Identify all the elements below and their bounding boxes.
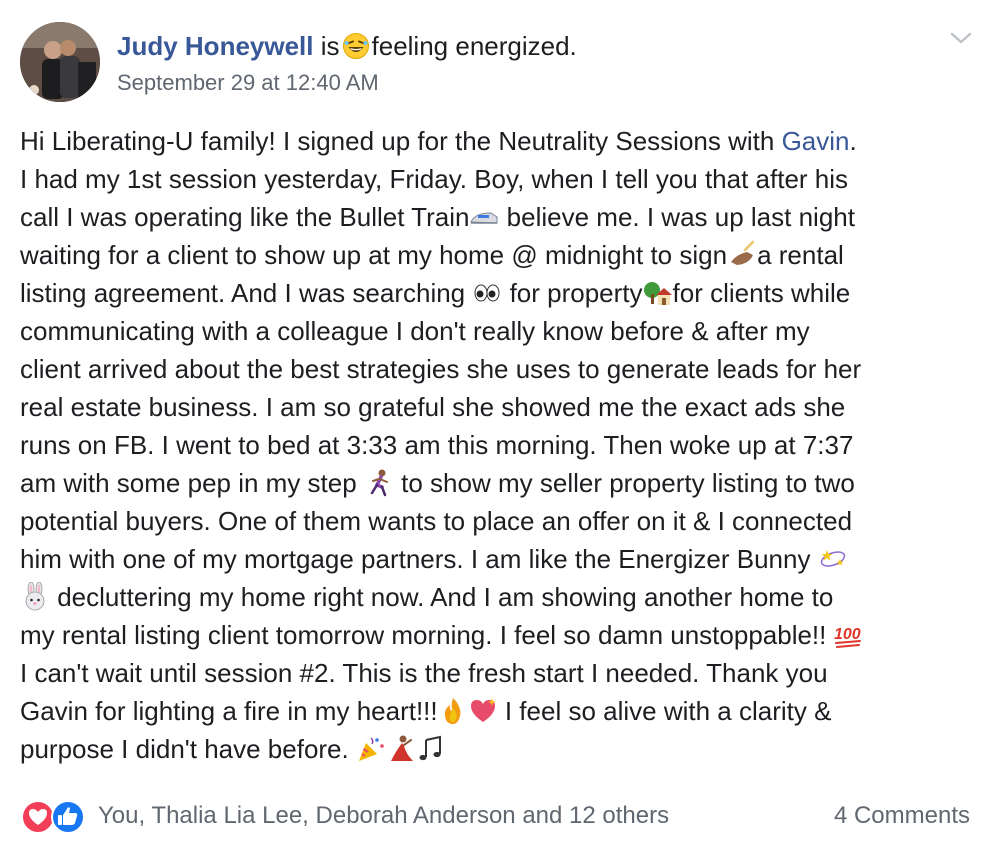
body-text: am with some pep in my step	[20, 468, 364, 498]
reaction-icons[interactable]	[20, 799, 90, 835]
body-text: for property	[502, 278, 643, 308]
body-text: a rental	[757, 240, 844, 270]
post-footer: You, Thalia Lia Lee, Deborah Anderson an…	[20, 796, 972, 840]
body-line: communicating with a colleague I don't r…	[20, 316, 810, 346]
comments-count[interactable]: 4 Comments	[834, 802, 970, 830]
body-line: I had my 1st session yesterday, Friday. …	[20, 164, 849, 194]
post-timestamp[interactable]: September 29 at 12:40 AM	[117, 70, 379, 96]
dizzy-icon	[820, 550, 845, 567]
body-text: purpose I didn't have before.	[20, 734, 356, 764]
body-line: runs on FB. I went to bed at 3:33 am thi…	[20, 430, 854, 460]
body-line: am with some pep in my step to show my s…	[20, 464, 978, 502]
love-reaction-icon	[21, 800, 55, 834]
body-line: listing agreement. And I was searching f…	[20, 274, 978, 312]
body-text: to show my seller property listing to tw…	[393, 468, 855, 498]
body-line: I can't wait until session #2. This is t…	[20, 658, 828, 688]
body-text: believe me. I was up last night	[499, 202, 855, 232]
body-line: real estate business. I am so grateful s…	[20, 392, 846, 422]
hundred-points-icon: 100	[834, 626, 861, 648]
like-reaction-icon	[51, 800, 85, 834]
body-text: my rental listing client tomorrow mornin…	[20, 620, 834, 650]
body-line: Gavin for lighting a fire in my heart!!!…	[20, 692, 978, 730]
body-line: waiting for a client to show up at my ho…	[20, 236, 978, 274]
author-name[interactable]: Judy Honeywell	[117, 31, 314, 61]
body-line: purpose I didn't have before.	[20, 730, 978, 768]
body-line: him with one of my mortgage partners. I …	[20, 540, 978, 578]
body-line: decluttering my home right now. And I am…	[20, 578, 978, 616]
post-body: Hi Liberating-U family! I signed up for …	[20, 122, 978, 768]
body-text: for clients while	[672, 278, 851, 308]
party-popper-icon	[358, 737, 384, 761]
feeling-text: feeling energized.	[371, 31, 577, 61]
body-text: decluttering my home right now. And I am…	[50, 582, 834, 612]
body-text: Gavin for lighting a fire in my heart!!!	[20, 696, 438, 726]
sparkling-heart-icon	[470, 698, 496, 722]
body-line: potential buyers. One of them wants to p…	[20, 506, 853, 536]
post-header: Judy Honeywell is feeling energized.	[117, 30, 577, 62]
body-line: client arrived about the best strategies…	[20, 354, 862, 384]
body-text: waiting for a client to show up at my ho…	[20, 240, 728, 270]
eyes-icon	[474, 284, 500, 302]
fire-icon	[444, 698, 460, 724]
reaction-names[interactable]: You, Thalia Lia Lee, Deborah Anderson an…	[98, 802, 669, 830]
music-notes-icon	[419, 735, 441, 761]
running-woman-icon	[370, 469, 388, 497]
author-avatar[interactable]	[20, 22, 100, 102]
rabbit-icon	[25, 582, 45, 611]
body-text: I feel so alive with a clarity &	[497, 696, 832, 726]
body-text: listing agreement. And I was searching	[20, 278, 473, 308]
house-icon	[643, 282, 672, 305]
dancer-icon	[390, 735, 413, 761]
laughing-face-icon	[342, 33, 369, 59]
gavin-link[interactable]: Gavin	[782, 126, 850, 156]
chevron-down-icon[interactable]	[948, 28, 974, 48]
body-line: call I was operating like the Bullet Tra…	[20, 198, 978, 236]
body-line: my rental listing client tomorrow mornin…	[20, 616, 978, 654]
body-text: .	[849, 126, 857, 156]
body-text: him with one of my mortgage partners. I …	[20, 544, 818, 574]
body-line: Hi Liberating-U family! I signed up for …	[20, 122, 978, 160]
train-icon	[470, 212, 498, 224]
body-text: Hi Liberating-U family! I signed up for …	[20, 126, 782, 156]
writing-hand-icon	[731, 240, 755, 265]
body-text: call I was operating like the Bullet Tra…	[20, 202, 470, 232]
is-text: is	[320, 31, 340, 61]
